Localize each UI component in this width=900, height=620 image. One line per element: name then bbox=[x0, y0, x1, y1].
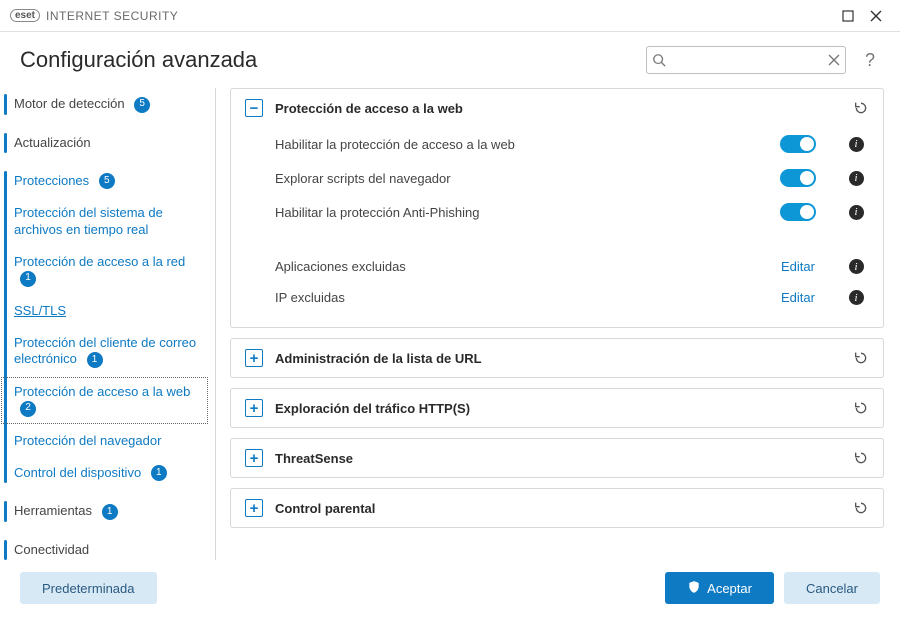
setting-label: Habilitar la protección de acceso a la w… bbox=[275, 137, 753, 152]
help-button[interactable]: ? bbox=[860, 50, 880, 71]
clear-search-icon[interactable] bbox=[828, 54, 840, 66]
section-title: Control parental bbox=[275, 501, 841, 516]
setting-label: IP excluidas bbox=[275, 290, 753, 305]
sidebar-item-label: Protección de acceso a la red bbox=[14, 254, 185, 269]
setting-row-habilitar-web: Habilitar la protección de acceso a la w… bbox=[275, 127, 869, 161]
info-icon[interactable]: i bbox=[849, 259, 864, 274]
section-title: Exploración del tráfico HTTP(S) bbox=[275, 401, 841, 416]
edit-apps-excluidas-link[interactable]: Editar bbox=[763, 259, 833, 274]
badge: 1 bbox=[20, 271, 36, 287]
accept-label: Aceptar bbox=[707, 581, 752, 596]
expand-icon[interactable]: + bbox=[245, 399, 263, 417]
setting-row-explorar-scripts: Explorar scripts del navegador i bbox=[275, 161, 869, 195]
sidebar-item-motor-deteccion[interactable]: Motor de detección 5 bbox=[0, 88, 209, 121]
page-title: Configuración avanzada bbox=[20, 47, 632, 73]
section-title: ThreatSense bbox=[275, 451, 841, 466]
accept-button[interactable]: Aceptar bbox=[665, 572, 774, 604]
shield-icon bbox=[687, 580, 701, 597]
badge: 5 bbox=[99, 173, 115, 189]
sidebar-item-ssl-tls[interactable]: SSL/TLS bbox=[0, 295, 209, 327]
sidebar-item-actualizacion[interactable]: Actualización bbox=[0, 127, 209, 159]
section-title: Protección de acceso a la web bbox=[275, 101, 841, 116]
sidebar-item-proteccion-sistema-archivos[interactable]: Protección del sistema de archivos en ti… bbox=[0, 197, 209, 246]
sidebar-item-label: Conectividad bbox=[14, 542, 89, 557]
sidebar-item-proteccion-red[interactable]: Protección de acceso a la red 1 bbox=[0, 246, 209, 295]
footer: Predeterminada Aceptar Cancelar bbox=[0, 560, 900, 616]
section-threatsense: + ThreatSense bbox=[230, 438, 884, 478]
sidebar-item-control-dispositivo[interactable]: Control del dispositivo 1 bbox=[0, 457, 209, 490]
search-input-wrap bbox=[646, 46, 846, 74]
badge: 2 bbox=[20, 401, 36, 417]
sidebar-item-label: Motor de detección bbox=[14, 96, 125, 111]
search-icon bbox=[652, 53, 666, 67]
section-control-parental: + Control parental bbox=[230, 488, 884, 528]
sidebar-item-label: Herramientas bbox=[14, 503, 92, 518]
badge: 1 bbox=[151, 465, 167, 481]
sidebar-item-proteccion-navegador[interactable]: Protección del navegador bbox=[0, 425, 209, 457]
info-icon[interactable]: i bbox=[849, 290, 864, 305]
header: Configuración avanzada ? bbox=[0, 32, 900, 88]
section-exploracion-http: + Exploración del tráfico HTTP(S) bbox=[230, 388, 884, 428]
sidebar-divider bbox=[215, 88, 216, 560]
sidebar-item-label: Protección del sistema de archivos en ti… bbox=[14, 205, 163, 236]
expand-icon[interactable]: + bbox=[245, 349, 263, 367]
reset-icon[interactable] bbox=[853, 500, 869, 516]
sidebar-item-label: Protección del navegador bbox=[14, 433, 161, 448]
reset-icon[interactable] bbox=[853, 100, 869, 116]
edit-ip-excluidas-link[interactable]: Editar bbox=[763, 290, 833, 305]
info-icon[interactable]: i bbox=[849, 205, 864, 220]
info-icon[interactable]: i bbox=[849, 137, 864, 152]
badge: 1 bbox=[87, 352, 103, 368]
setting-label: Habilitar la protección Anti-Phishing bbox=[275, 205, 753, 220]
sidebar-item-label: Actualización bbox=[14, 135, 91, 150]
sidebar-item-conectividad[interactable]: Conectividad bbox=[0, 534, 209, 560]
section-title: Administración de la lista de URL bbox=[275, 351, 841, 366]
sidebar-item-proteccion-web[interactable]: Protección de acceso a la web 2 bbox=[0, 376, 209, 425]
brand-logo: eset INTERNET SECURITY bbox=[10, 9, 178, 23]
search-input[interactable] bbox=[646, 46, 846, 74]
badge: 5 bbox=[134, 97, 150, 113]
window-close-button[interactable] bbox=[862, 2, 890, 30]
toggle-anti-phishing[interactable] bbox=[780, 203, 816, 221]
brand-product: INTERNET SECURITY bbox=[46, 9, 178, 23]
reset-icon[interactable] bbox=[853, 400, 869, 416]
toggle-habilitar-web[interactable] bbox=[780, 135, 816, 153]
sidebar-item-label: Protecciones bbox=[14, 173, 89, 188]
cancel-button[interactable]: Cancelar bbox=[784, 572, 880, 604]
sidebar-item-proteccion-correo[interactable]: Protección del cliente de correo electró… bbox=[0, 327, 209, 376]
sidebar-item-label: Protección de acceso a la web bbox=[14, 384, 190, 399]
sidebar-group-protecciones: Protecciones 5 Protección del sistema de… bbox=[0, 165, 209, 490]
default-button[interactable]: Predeterminada bbox=[20, 572, 157, 604]
brand-eset: eset bbox=[10, 9, 40, 22]
toggle-explorar-scripts[interactable] bbox=[780, 169, 816, 187]
reset-icon[interactable] bbox=[853, 350, 869, 366]
section-proteccion-web: − Protección de acceso a la web Habilita… bbox=[230, 88, 884, 328]
setting-label: Explorar scripts del navegador bbox=[275, 171, 753, 186]
expand-icon[interactable]: + bbox=[245, 449, 263, 467]
setting-row-anti-phishing: Habilitar la protección Anti-Phishing i bbox=[275, 195, 869, 229]
reset-icon[interactable] bbox=[853, 450, 869, 466]
collapse-icon[interactable]: − bbox=[245, 99, 263, 117]
sidebar-item-herramientas[interactable]: Herramientas 1 bbox=[0, 495, 209, 528]
titlebar: eset INTERNET SECURITY bbox=[0, 0, 900, 32]
expand-icon[interactable]: + bbox=[245, 499, 263, 517]
info-icon[interactable]: i bbox=[849, 171, 864, 186]
setting-row-apps-excluidas: Aplicaciones excluidas Editar i bbox=[275, 251, 869, 282]
setting-row-ip-excluidas: IP excluidas Editar i bbox=[275, 282, 869, 313]
sidebar-item-label: SSL/TLS bbox=[14, 303, 66, 318]
window-maximize-button[interactable] bbox=[834, 2, 862, 30]
sidebar-item-protecciones[interactable]: Protecciones 5 bbox=[0, 165, 209, 198]
section-admin-url: + Administración de la lista de URL bbox=[230, 338, 884, 378]
main-panel: − Protección de acceso a la web Habilita… bbox=[222, 88, 900, 560]
sidebar: Motor de detección 5 Actualización Prote… bbox=[0, 88, 215, 560]
setting-label: Aplicaciones excluidas bbox=[275, 259, 753, 274]
sidebar-item-label: Control del dispositivo bbox=[14, 465, 141, 480]
badge: 1 bbox=[102, 504, 118, 520]
sidebar-item-label: Protección del cliente de correo electró… bbox=[14, 335, 196, 366]
